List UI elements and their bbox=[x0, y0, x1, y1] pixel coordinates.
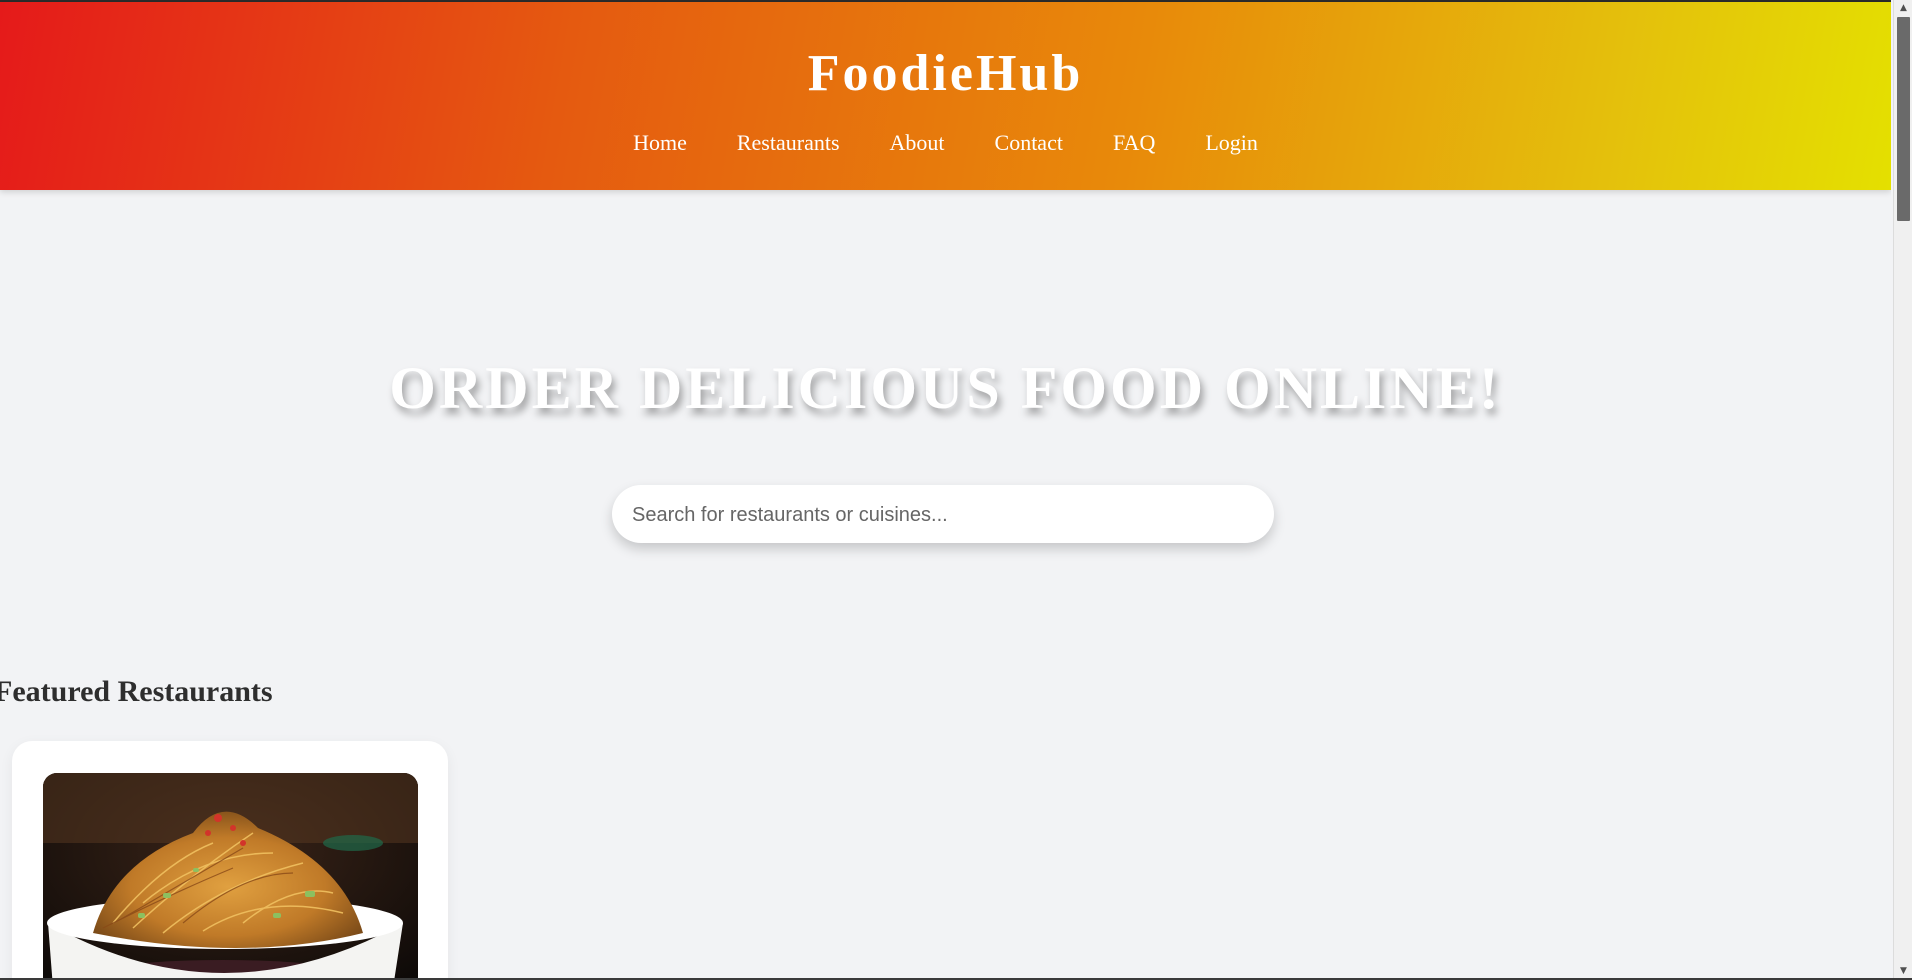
nav-faq-link[interactable]: FAQ bbox=[1113, 130, 1155, 155]
main-nav: Home Restaurants About Contact FAQ Login bbox=[0, 128, 1891, 158]
site-header: FoodieHub Home Restaurants About Contact FAQ… bbox=[0, 2, 1891, 190]
nav-login-link[interactable]: Login bbox=[1205, 130, 1258, 155]
nav-contact-link[interactable]: Contact bbox=[995, 130, 1063, 155]
featured-section-title: Featured Restaurants bbox=[0, 675, 273, 708]
search-box bbox=[612, 485, 1274, 545]
noodle-dish-photo[interactable] bbox=[43, 773, 418, 980]
search-input[interactable] bbox=[630, 485, 1254, 545]
nav-about-link[interactable]: About bbox=[890, 130, 945, 155]
restaurant-card[interactable] bbox=[12, 741, 448, 980]
site-logo[interactable]: FoodieHub bbox=[0, 44, 1891, 104]
nav-home-link[interactable]: Home bbox=[633, 130, 687, 155]
nav-restaurants-link[interactable]: Restaurants bbox=[737, 130, 840, 155]
scrollbar-thumb[interactable] bbox=[1897, 17, 1910, 221]
vertical-scrollbar[interactable]: ▲ ▼ bbox=[1893, 0, 1912, 980]
scroll-up-arrow-icon[interactable]: ▲ bbox=[1894, 0, 1912, 17]
page-viewport: FoodieHub Home Restaurants About Contact FAQ… bbox=[0, 0, 1891, 980]
hero-title: ORDER DELICIOUS FOOD ONLINE! bbox=[389, 355, 1502, 421]
